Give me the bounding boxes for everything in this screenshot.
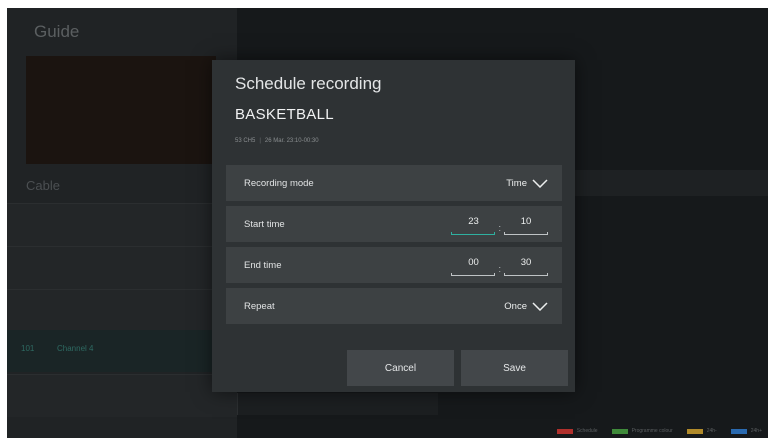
tv-screen: Guide Cable 101 Channel 4 Schedule Progr… bbox=[7, 8, 768, 438]
program-title: BASKETBALL bbox=[235, 106, 334, 123]
start-time-label: Start time bbox=[244, 218, 285, 230]
start-hour-field[interactable]: 23 bbox=[451, 213, 496, 235]
legend-item-24h-plus: 24h+ bbox=[730, 428, 762, 434]
legend-item-programme-colour: Programme colour bbox=[611, 428, 673, 434]
guide-grid-cell bbox=[237, 393, 438, 415]
chevron-down-icon bbox=[532, 178, 548, 188]
video-preview bbox=[26, 56, 216, 164]
guide-timeline-strip bbox=[572, 170, 768, 196]
yellow-swatch-icon bbox=[686, 428, 703, 434]
legend-item-schedule: Schedule bbox=[556, 428, 598, 434]
end-time-label: End time bbox=[244, 259, 282, 271]
guide-channel-row: 101 Channel 4 bbox=[7, 330, 237, 372]
end-hour-field[interactable]: 00 bbox=[451, 254, 496, 276]
channel-number: 101 bbox=[21, 344, 35, 353]
repeat-value: Once bbox=[504, 300, 527, 312]
repeat-row[interactable]: Repeat Once bbox=[226, 288, 562, 324]
time-separator: : bbox=[498, 264, 501, 274]
color-legend: Schedule Programme colour 24h- 24h+ bbox=[547, 428, 762, 434]
legend-item-24h-minus: 24h- bbox=[686, 428, 717, 434]
program-meta: 53 CH5 | 26 Mar. 23:10-00:30 bbox=[235, 138, 319, 144]
start-minute-field[interactable]: 10 bbox=[504, 213, 548, 235]
guide-row bbox=[7, 246, 237, 289]
end-time-row[interactable]: End time 00 : 30 bbox=[226, 247, 562, 283]
guide-row bbox=[7, 289, 237, 332]
red-swatch-icon bbox=[556, 428, 573, 434]
green-swatch-icon bbox=[611, 428, 628, 434]
meta-divider: | bbox=[259, 138, 261, 144]
start-time-picker: 23 : 10 bbox=[451, 213, 548, 235]
guide-row bbox=[7, 203, 237, 246]
program-airtime: 26 Mar. 23:10-00:30 bbox=[264, 138, 319, 144]
end-time-picker: 00 : 30 bbox=[451, 254, 548, 276]
dialog-title: Schedule recording bbox=[235, 74, 382, 93]
recording-mode-value: Time bbox=[506, 177, 527, 189]
start-time-row[interactable]: Start time 23 : 10 bbox=[226, 206, 562, 242]
repeat-label: Repeat bbox=[244, 300, 275, 312]
blue-swatch-icon bbox=[730, 428, 747, 434]
repeat-dropdown[interactable]: Once bbox=[504, 301, 548, 312]
recording-mode-label: Recording mode bbox=[244, 177, 314, 189]
end-minute-field[interactable]: 30 bbox=[504, 254, 548, 276]
recording-mode-row[interactable]: Recording mode Time bbox=[226, 165, 562, 201]
program-channel: 53 CH5 bbox=[235, 138, 256, 144]
chevron-down-icon bbox=[532, 301, 548, 311]
channel-name: Channel 4 bbox=[57, 344, 94, 353]
recording-mode-dropdown[interactable]: Time bbox=[506, 178, 548, 189]
guide-title: Guide bbox=[34, 22, 80, 41]
time-separator: : bbox=[498, 223, 501, 233]
guide-section-label: Cable bbox=[26, 178, 60, 193]
guide-row bbox=[7, 374, 237, 417]
guide-panel: Guide Cable 101 Channel 4 bbox=[7, 8, 237, 438]
save-button[interactable]: Save bbox=[461, 350, 568, 386]
cancel-button[interactable]: Cancel bbox=[347, 350, 454, 386]
schedule-recording-dialog: Schedule recording BASKETBALL 53 CH5 | 2… bbox=[212, 60, 575, 392]
